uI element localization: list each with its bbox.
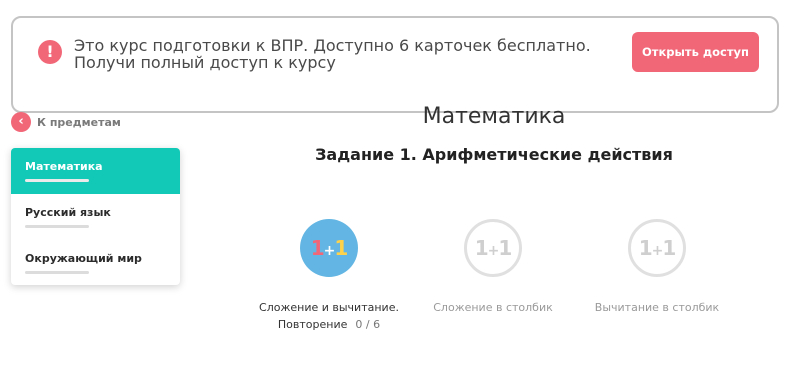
subjects-sidebar: Математика Русский язык Окружающий мир — [11, 148, 180, 285]
one-plus-one-icon: 1+1 — [464, 219, 522, 277]
sidebar-item-label: Русский язык — [25, 206, 111, 219]
lesson-card-column-addition[interactable]: 1+1 Сложение в столбик — [398, 219, 588, 316]
banner-line-1: Это курс подготовки к ВПР. Доступно 6 ка… — [74, 36, 591, 55]
banner-message: Это курс подготовки к ВПР. Доступно 6 ка… — [74, 37, 609, 71]
sidebar-item-label: Математика — [25, 160, 103, 173]
open-access-button[interactable]: Открыть доступ — [632, 32, 759, 72]
one-plus-one-icon: 1+1 — [628, 219, 686, 277]
subject-progress-bar — [25, 225, 89, 228]
one-plus-one-icon: 1+1 — [300, 219, 358, 277]
lesson-card-addition-subtraction[interactable]: 1+1 Сложение и вычитание. Повторение 0 / … — [234, 219, 424, 333]
exclamation-icon: ! — [38, 40, 62, 64]
lesson-progress: 0 / 6 — [355, 318, 381, 331]
task-title: Задание 1. Арифметические действия — [315, 145, 673, 164]
subject-progress-bar — [25, 179, 89, 182]
page-title: Математика — [422, 104, 566, 129]
lesson-label: Вычитание в столбик — [594, 301, 720, 314]
sidebar-item-russian[interactable]: Русский язык — [11, 194, 180, 240]
lesson-label: Сложение в столбик — [433, 301, 553, 314]
subject-progress-bar — [25, 271, 89, 274]
promo-banner: ! Это курс подготовки к ВПР. Доступно 6 … — [11, 16, 779, 113]
lesson-label: Сложение и вычитание. Повторение 0 / 6 — [259, 301, 399, 331]
sidebar-item-math[interactable]: Математика — [11, 148, 180, 194]
back-to-subjects-link[interactable]: ‹ К предметам — [11, 112, 121, 132]
chevron-left-icon: ‹ — [11, 112, 31, 132]
back-link-label: К предметам — [37, 115, 121, 129]
banner-line-2: Получи полный доступ к курсу — [74, 53, 336, 72]
sidebar-item-world[interactable]: Окружающий мир — [11, 240, 180, 285]
lesson-card-column-subtraction[interactable]: 1+1 Вычитание в столбик — [562, 219, 752, 316]
sidebar-item-label: Окружающий мир — [25, 252, 142, 265]
